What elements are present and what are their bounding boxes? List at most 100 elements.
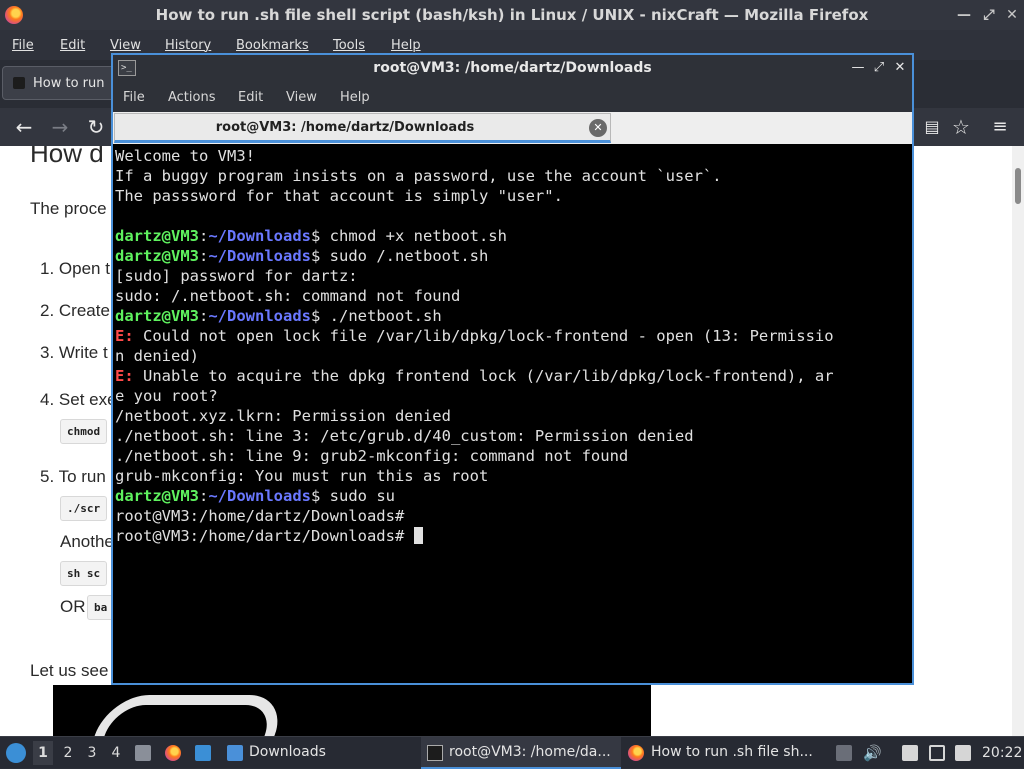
workspace-1[interactable]: 1 (33, 741, 53, 765)
terminal-menu-actions[interactable]: Actions (168, 90, 216, 105)
article-image-shape (76, 695, 290, 736)
clock[interactable]: 20:22 (982, 737, 1022, 769)
workspace-3[interactable]: 3 (82, 741, 102, 765)
workspace-4[interactable]: 4 (106, 741, 126, 765)
command-text: chmod +x netboot.sh (329, 227, 507, 245)
tab-close-icon[interactable]: ✕ (589, 119, 607, 137)
terminal-tabbar: root@VM3: /home/dartz/Downloads ✕ (113, 112, 912, 144)
prompt-user: dartz@VM3 (115, 227, 199, 245)
command-line: dartz@VM3:~/Downloads$ ./netboot.sh (115, 307, 442, 325)
root-prompt-line[interactable]: root@VM3:/home/dartz/Downloads# (115, 526, 423, 546)
firefox-launcher-icon[interactable] (165, 745, 181, 761)
terminal-menu-edit[interactable]: Edit (238, 90, 263, 105)
desktop-icon[interactable] (195, 745, 211, 761)
terminal-tab[interactable]: root@VM3: /home/dartz/Downloads ✕ (114, 113, 611, 143)
favicon-icon (13, 77, 25, 89)
start-menu-icon[interactable] (6, 743, 26, 763)
terminal-close-icon[interactable]: ✕ (892, 59, 908, 77)
command-line: dartz@VM3:~/Downloads$ chmod +x netboot.… (115, 227, 507, 245)
maximize-icon[interactable]: ⤢ (980, 6, 998, 24)
terminal-menu-help[interactable]: Help (340, 90, 370, 105)
file-manager-launcher-icon[interactable] (135, 745, 151, 761)
task-terminal-label: root@VM3: /home/da... (449, 744, 611, 760)
output-line: ./netboot.sh: line 3: /etc/grub.d/40_cus… (115, 427, 694, 445)
menu-file[interactable]: File (12, 38, 34, 53)
output-line: ./netboot.sh: line 9: grub2-mkconfig: co… (115, 447, 629, 465)
terminal-minimize-icon[interactable]: — (850, 59, 866, 77)
firefox-window-title: How to run .sh file shell script (bash/k… (155, 6, 869, 24)
command-line: dartz@VM3:~/Downloads$ sudo su (115, 487, 395, 505)
menu-bookmarks[interactable]: Bookmarks (236, 38, 309, 53)
forward-icon[interactable]: → (48, 115, 72, 139)
output-line: If a buggy program insists on a password… (115, 167, 722, 185)
display-icon[interactable] (929, 745, 945, 761)
root-prompt: root@VM3:/home/dartz/Downloads# (115, 527, 414, 545)
menu-edit[interactable]: Edit (60, 38, 85, 53)
let-us-see-text: Let us see (30, 661, 109, 680)
menu-tools[interactable]: Tools (333, 38, 365, 53)
article-image (53, 685, 651, 736)
page-scrollbar[interactable] (1012, 146, 1024, 736)
menu-history[interactable]: History (165, 38, 211, 53)
prompt-user: dartz@VM3 (115, 247, 199, 265)
network-icon[interactable] (955, 745, 971, 761)
terminal-window-title: root@VM3: /home/dartz/Downloads (373, 60, 652, 76)
another-text: Anothe (60, 532, 114, 551)
error-line: E: Could not open lock file /var/lib/dpk… (115, 326, 834, 346)
task-terminal[interactable]: root@VM3: /home/da... (421, 737, 621, 769)
back-icon[interactable]: ← (12, 115, 36, 139)
reader-view-icon[interactable]: ▤ (920, 115, 944, 139)
terminal-menu-view[interactable]: View (286, 90, 317, 105)
menu-help[interactable]: Help (391, 38, 421, 53)
output-line: n denied) (115, 347, 199, 365)
terminal-maximize-icon[interactable]: ⤢ (871, 59, 887, 77)
terminal-task-icon (427, 745, 443, 761)
workspace-2[interactable]: 2 (58, 741, 78, 765)
task-firefox[interactable]: How to run .sh file sh... (624, 737, 824, 769)
terminal-menubar: File Actions Edit View Help (113, 82, 912, 112)
reload-icon[interactable]: ↻ (84, 115, 108, 139)
output-line: grub-mkconfig: You must run this as root (115, 467, 489, 485)
minimize-icon[interactable]: — (955, 6, 973, 24)
hamburger-menu-icon[interactable]: ≡ (988, 115, 1012, 139)
bookmark-star-icon[interactable]: ☆ (949, 115, 973, 139)
prompt-user: dartz@VM3 (115, 307, 199, 325)
terminal-output[interactable]: Welcome to VM3! If a buggy program insis… (114, 146, 911, 682)
command-text: ./netboot.sh (329, 307, 442, 325)
menu-view[interactable]: View (110, 38, 141, 53)
error-tag: E: (115, 367, 134, 385)
firefox-titlebar[interactable]: How to run .sh file shell script (bash/k… (0, 0, 1024, 30)
close-icon[interactable]: ✕ (1003, 6, 1021, 24)
volume-icon[interactable]: 🔊 (863, 737, 882, 769)
prompt-path: ~/Downloads (208, 227, 311, 245)
step-1: 1. Open t (40, 259, 110, 278)
tray-app-icon[interactable] (836, 745, 852, 761)
browser-tab[interactable]: How to run (2, 66, 122, 100)
clipboard-icon[interactable] (902, 745, 918, 761)
command-line: dartz@VM3:~/Downloads$ sudo /.netboot.sh (115, 247, 489, 265)
browser-tab-label: How to run (33, 76, 105, 91)
error-line: E: Unable to acquire the dpkg frontend l… (115, 366, 834, 386)
folder-icon (227, 745, 243, 761)
output-line: e you root? (115, 387, 218, 405)
scrollbar-thumb[interactable] (1015, 168, 1021, 204)
error-text: Could not open lock file /var/lib/dpkg/l… (143, 327, 834, 345)
prompt-user: dartz@VM3 (115, 487, 199, 505)
output-line: [sudo] password for dartz: (115, 267, 358, 285)
code-sh-script: sh sc (60, 561, 108, 586)
task-downloads[interactable]: Downloads (222, 737, 417, 769)
prompt-path: ~/Downloads (208, 307, 311, 325)
terminal-titlebar[interactable]: >_ root@VM3: /home/dartz/Downloads — ⤢ ✕ (113, 55, 912, 82)
step-2: 2. Create (40, 301, 110, 320)
output-line: /netboot.xyz.lkrn: Permission denied (115, 407, 451, 425)
prompt-path: ~/Downloads (208, 487, 311, 505)
step-3: 3. Write t (40, 343, 108, 362)
output-line: Welcome to VM3! (115, 147, 255, 165)
error-text: Unable to acquire the dpkg frontend lock… (143, 367, 834, 385)
command-text: sudo /.netboot.sh (329, 247, 489, 265)
terminal-menu-file[interactable]: File (123, 90, 145, 105)
firefox-task-icon (628, 745, 644, 761)
text-cursor (413, 527, 423, 544)
page-title: How d (30, 146, 104, 168)
code-chmod: chmod (60, 419, 108, 444)
